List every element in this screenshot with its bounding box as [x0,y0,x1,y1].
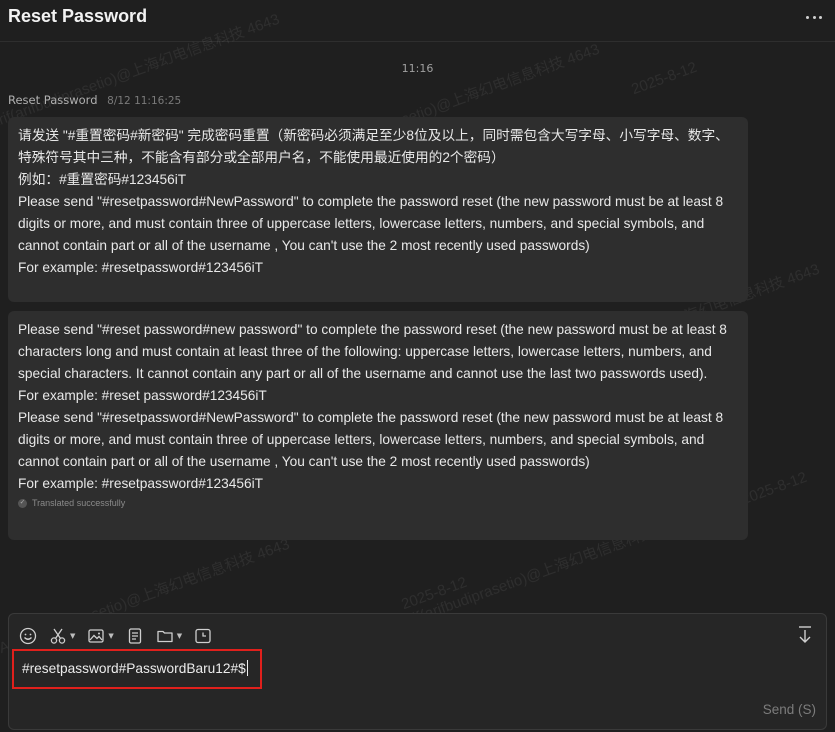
scroll-to-bottom-button[interactable] [796,625,814,645]
message-line: For example: #reset password#123456iT [18,388,267,403]
dot-icon [812,15,816,19]
clock-icon [195,628,211,644]
message-input-value: #resetpassword#PasswordBaru12#$ [22,661,246,676]
more-options-button[interactable] [803,6,825,28]
message-bubble[interactable]: 请发送 "#重置密码#新密码" 完成密码重置（新密码必须满足至少8位及以上，同时… [8,117,748,302]
composer-toolbar: ▼ ▼ ▼ [19,625,212,647]
chat-title: Reset Password [8,6,148,26]
check-icon: ✓ [18,498,27,508]
chevron-down-icon[interactable]: ▼ [70,632,75,640]
watermark-date: 2025-8-12 [739,468,810,509]
message-line: 请发送 "#重置密码#新密码" 完成密码重置（新密码必须满足至少8位及以上，同时… [18,128,729,165]
message-line: Please send "#resetpassword#NewPassword"… [18,194,724,253]
message-line: Please send "#reset password#new passwor… [18,322,727,381]
translation-status-label: Translated successfully [32,498,126,508]
sender-name[interactable]: Reset Password [8,93,98,107]
text-cursor [246,660,248,676]
send-button[interactable]: Send (S) [763,702,816,717]
document-button[interactable] [126,625,144,647]
chat-header: Reset Password [0,0,835,42]
message-line: For example: #resetpassword#123456iT [18,476,263,491]
message-line: 例如：#重置密码#123456iT [18,172,187,187]
folder-button[interactable]: ▼ [156,625,182,647]
folder-icon [157,630,173,643]
watermark-date: 2025-8-12 [399,573,470,614]
image-icon [88,629,105,643]
dot-icon [806,15,809,19]
message-timestamp: 11:16 [401,62,434,75]
sender-time: 8/12 11:16:25 [107,95,182,107]
image-button[interactable]: ▼ [87,625,114,647]
schedule-button[interactable] [194,625,212,647]
translation-status: ✓ Translated successfully [18,497,738,509]
dot-icon [819,15,822,19]
message-input[interactable]: #resetpassword#PasswordBaru12#$ [12,649,262,689]
emoji-button[interactable] [19,625,37,647]
chevron-down-icon[interactable]: ▼ [108,632,113,640]
message-bubble-translated[interactable]: Please send "#reset password#new passwor… [8,311,748,540]
arrow-down-icon [799,626,811,643]
message-composer: ▼ ▼ ▼ #resetpassword#PasswordBaru12#$ Se… [8,613,827,730]
scissors-icon [50,628,66,644]
message-line: For example: #resetpassword#123456iT [18,260,263,275]
screenshot-button[interactable]: ▼ [49,625,75,647]
document-icon [128,628,141,644]
message-line: Please send "#resetpassword#NewPassword"… [18,410,724,469]
chevron-down-icon[interactable]: ▼ [177,632,182,640]
emoji-icon [19,627,37,645]
sender-row: Reset Password 8/12 11:16:25 [8,93,181,107]
